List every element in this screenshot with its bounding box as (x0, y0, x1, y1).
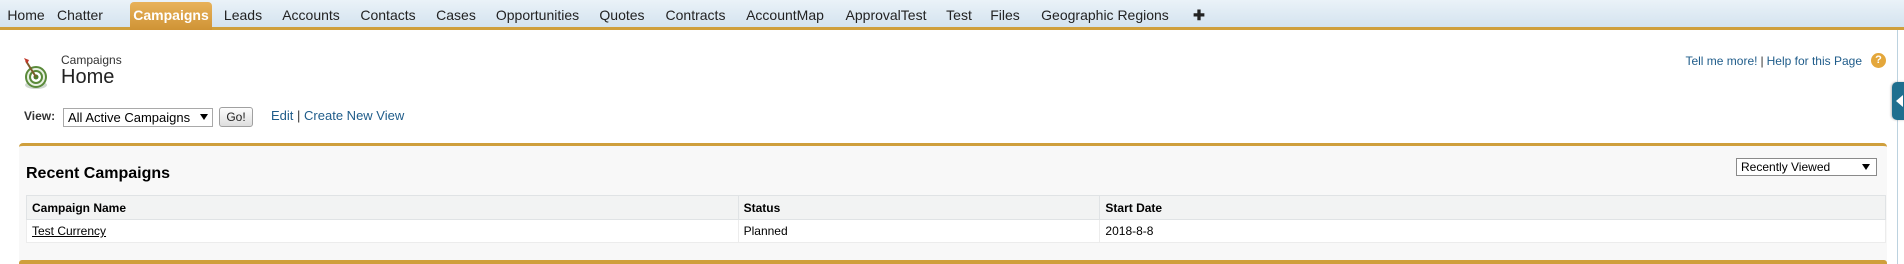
next-panel-border (19, 260, 1887, 264)
view-select[interactable]: All Active Campaigns (63, 108, 213, 127)
tab-contacts[interactable]: Contacts (357, 0, 419, 30)
tab-opportunities[interactable]: Opportunities (492, 0, 583, 30)
plus-icon[interactable]: ✚ (1189, 0, 1209, 30)
tab-campaigns[interactable]: Campaigns (130, 2, 212, 30)
view-select-value: All Active Campaigns (68, 110, 191, 125)
tab-leads[interactable]: Leads (222, 0, 264, 30)
table-row: Test Currency Planned 2018-8-8 (26, 219, 1886, 243)
help-separator: | (1760, 54, 1764, 68)
go-button[interactable]: Go! (219, 107, 253, 127)
tab-quotes[interactable]: Quotes (597, 0, 647, 30)
campaign-name-cell: Test Currency (26, 219, 739, 243)
dropdown-arrow-icon (200, 114, 208, 120)
tab-test[interactable]: Test (944, 0, 974, 30)
campaign-target-icon (24, 58, 47, 89)
tab-geographic-regions[interactable]: Geographic Regions (1036, 0, 1174, 30)
sidebar-toggle-button[interactable] (1892, 82, 1904, 120)
start-date-cell: 2018-8-8 (1099, 219, 1886, 243)
create-new-view-link[interactable]: Create New View (304, 108, 404, 123)
help-icon[interactable]: ? (1871, 53, 1886, 68)
recent-campaigns-title: Recent Campaigns (26, 165, 171, 182)
tab-accounts[interactable]: Accounts (278, 0, 344, 30)
tab-chatter[interactable]: Chatter (54, 0, 106, 30)
sidebar-edge (1897, 30, 1898, 264)
tab-home[interactable]: Home (5, 0, 47, 30)
view-links: Edit | Create New View (271, 108, 404, 123)
tab-accountmap[interactable]: AccountMap (743, 0, 827, 30)
tab-approvaltest[interactable]: ApprovalTest (841, 0, 931, 30)
tab-contracts[interactable]: Contracts (662, 0, 729, 30)
dropdown-arrow-icon (1862, 164, 1870, 170)
tell-me-more-link[interactable]: Tell me more! (1685, 54, 1757, 68)
page-object-label: Campaigns (61, 53, 122, 67)
recent-campaigns-table: Campaign Name Status Start Date Test Cur… (26, 195, 1886, 243)
tab-files[interactable]: Files (988, 0, 1022, 30)
collapse-arrow-icon (1896, 95, 1903, 107)
page-title: Home (61, 66, 115, 88)
help-for-page-link[interactable]: Help for this Page (1767, 54, 1862, 68)
help-links: Tell me more! | Help for this Page (1685, 54, 1862, 68)
status-cell: Planned (737, 219, 1101, 243)
column-header-campaign-name: Campaign Name (26, 195, 739, 220)
tab-bar: Home Chatter Campaigns Leads Accounts Co… (0, 0, 1904, 30)
campaign-name-link[interactable]: Test Currency (32, 224, 106, 238)
view-label: View: (24, 109, 56, 123)
table-header-row: Campaign Name Status Start Date (26, 195, 1886, 220)
edit-view-link[interactable]: Edit (271, 108, 293, 123)
view-links-separator: | (297, 108, 301, 123)
recent-filter-select[interactable]: Recently Viewed (1736, 158, 1877, 176)
column-header-status: Status (737, 195, 1101, 220)
column-header-start-date: Start Date (1099, 195, 1886, 220)
recent-filter-value: Recently Viewed (1741, 160, 1831, 174)
tab-cases[interactable]: Cases (433, 0, 479, 30)
